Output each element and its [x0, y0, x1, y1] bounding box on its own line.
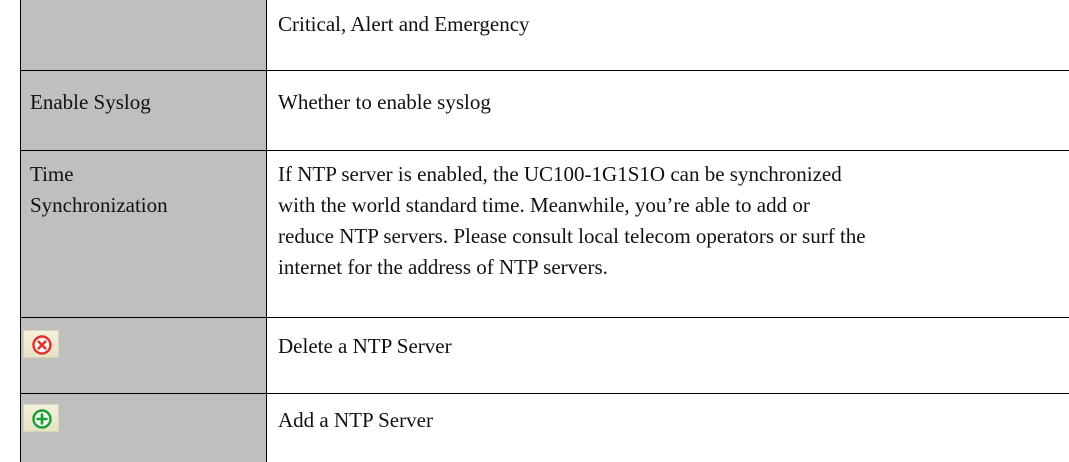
- row-description-line: If NTP server is enabled, the UC100-1G1S…: [278, 159, 1061, 190]
- table-row: Time Synchronization If NTP server is en…: [21, 151, 1069, 318]
- row-description-cell: Delete a NTP Server: [267, 318, 1069, 394]
- table-row: Enable Syslog Whether to enable syslog: [21, 71, 1069, 151]
- row-description-cell: Whether to enable syslog: [267, 71, 1069, 151]
- table-row: Add a NTP Server: [21, 394, 1069, 462]
- row-icon-cell: [21, 318, 267, 394]
- row-description-line: internet for the address of NTP servers.: [278, 252, 1061, 283]
- row-label: Enable Syslog: [30, 90, 151, 114]
- row-description: Whether to enable syslog: [278, 90, 491, 114]
- row-label-cell: [21, 0, 267, 71]
- delete-circle-icon: [23, 330, 59, 358]
- table-row: Critical, Alert and Emergency: [21, 0, 1069, 71]
- row-label-line: Synchronization: [30, 190, 266, 221]
- table-row: Delete a NTP Server: [21, 318, 1069, 394]
- row-label-cell: Enable Syslog: [21, 71, 267, 151]
- row-description-cell: If NTP server is enabled, the UC100-1G1S…: [267, 151, 1069, 318]
- row-label-cell: Time Synchronization: [21, 151, 267, 318]
- add-circle-icon: [23, 404, 59, 432]
- row-description: Critical, Alert and Emergency: [278, 12, 530, 36]
- row-label-line: Time: [30, 159, 266, 190]
- row-description-cell: Critical, Alert and Emergency: [267, 0, 1069, 71]
- row-description: Delete a NTP Server: [278, 334, 452, 358]
- parameter-table: Critical, Alert and Emergency Enable Sys…: [20, 0, 1069, 462]
- row-description-cell: Add a NTP Server: [267, 394, 1069, 462]
- row-description: Add a NTP Server: [278, 408, 433, 432]
- row-icon-cell: [21, 394, 267, 462]
- row-description-line: with the world standard time. Meanwhile,…: [278, 190, 1061, 221]
- row-description-line: reduce NTP servers. Please consult local…: [278, 221, 1061, 252]
